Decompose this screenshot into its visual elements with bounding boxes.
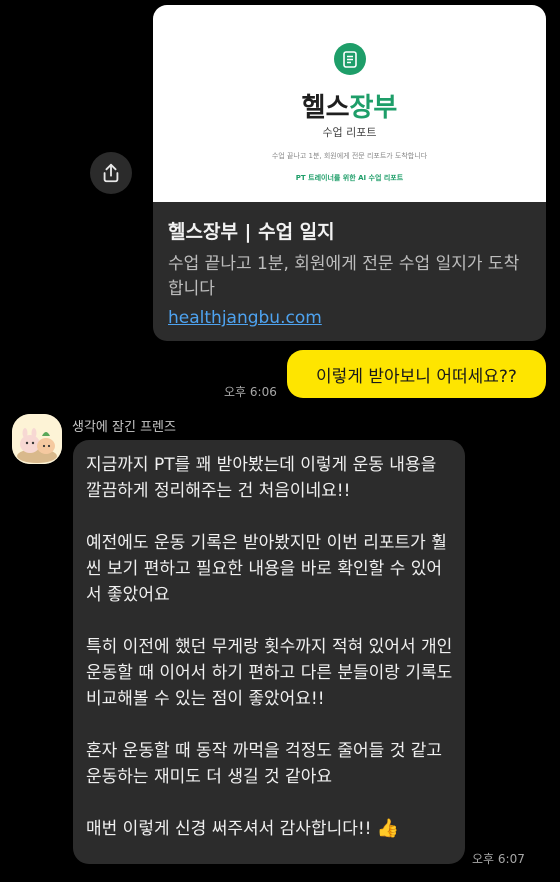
avatar[interactable] — [12, 414, 62, 464]
preview-tiny-text: 수업 끝나고 1분, 회원에게 전문 리포트가 도착합니다 — [271, 152, 428, 160]
share-icon — [103, 163, 119, 183]
share-button[interactable] — [90, 152, 132, 194]
message-paragraph: 지금까지 PT를 꽤 받아봤는데 이렇게 운동 내용을 깔끔하게 정리해주는 건… — [86, 455, 437, 501]
thumbs-up-icon: 👍 — [376, 818, 400, 839]
friends-character-icon — [12, 414, 62, 464]
notebook-icon — [334, 43, 366, 75]
preview-brand-name: 헬스장부 — [301, 93, 398, 123]
link-url[interactable]: healthjangbu.com — [168, 308, 322, 328]
message-paragraph: 혼자 운동할 때 동작 까먹을 걱정도 줄어들 것 같고 운동하는 재미도 더 … — [86, 741, 443, 787]
received-message-bubble[interactable]: 지금까지 PT를 꽤 받아봤는데 이렇게 운동 내용을 깔끔하게 정리해주는 건… — [73, 440, 465, 864]
message-paragraph-text: 매번 이렇게 신경 써주셔서 감사합니다!! — [86, 819, 372, 839]
message-paragraph-last: 매번 이렇게 신경 써주셔서 감사합니다!! 👍 — [86, 816, 455, 842]
sent-time: 오후 6:06 — [224, 385, 277, 399]
received-time: 오후 6:07 — [472, 852, 525, 866]
sender-name: 생각에 잠긴 프렌즈 — [72, 420, 176, 435]
link-preview-image: 헬스장부 수업 리포트 수업 끝나고 1분, 회원에게 전문 리포트가 도착합니… — [153, 5, 546, 202]
link-title: 헬스장부 | 수업 일지 — [168, 221, 335, 243]
preview-subtitle: 수업 리포트 — [322, 126, 377, 139]
message-paragraph: 특히 이전에 했던 무게랑 횟수까지 적혀 있어서 개인 운동할 때 이어서 하… — [86, 637, 453, 709]
link-preview-card[interactable]: 헬스장부 수업 리포트 수업 끝나고 1분, 회원에게 전문 리포트가 도착합니… — [153, 5, 546, 341]
sent-message-bubble[interactable]: 이렇게 받아보니 어떠세요?? — [287, 350, 546, 398]
sent-message-text: 이렇게 받아보니 어떠세요?? — [316, 366, 517, 387]
link-description: 수업 끝나고 1분, 회원에게 전문 수업 일지가 도착합니다 — [168, 254, 520, 299]
message-paragraph: 예전에도 운동 기록은 받아봤지만 이번 리포트가 훨씬 보기 편하고 필요한 … — [86, 533, 447, 605]
preview-tagline: PT 트레이너를 위한 AI 수업 리포트 — [295, 174, 404, 182]
